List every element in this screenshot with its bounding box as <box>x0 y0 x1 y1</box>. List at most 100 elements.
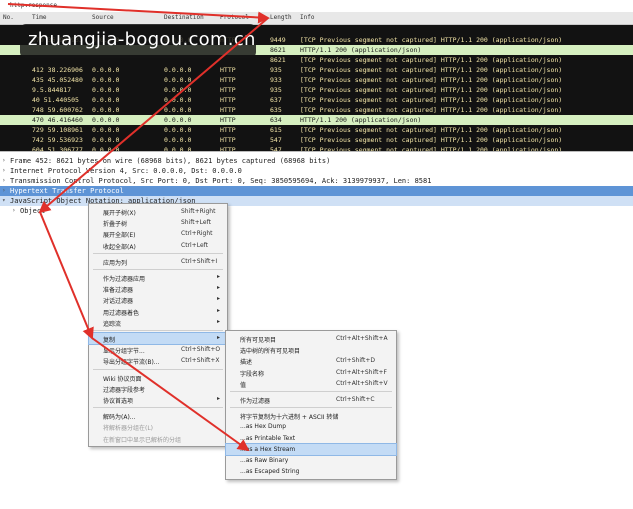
packet-row[interactable]: 729 59.108961 0.0.0.0 0.0.0.0 HTTP 615 [TCP P… <box>0 125 633 135</box>
menu-item[interactable]: 展开子树(X) Shift+Right <box>89 206 227 217</box>
packet-source: 0.0.0.0 <box>92 126 120 134</box>
column-destination[interactable]: Destination <box>164 14 204 21</box>
menu-item-label: 作为过滤器应用 <box>103 276 146 283</box>
watermark: zhuangjia-bogou.com.cn <box>20 24 256 58</box>
packet-source: 0.0.0.0 <box>92 86 120 94</box>
menu-separator <box>93 269 223 270</box>
menu-item[interactable]: 用过滤器着色 ▸ <box>89 306 227 317</box>
detail-tree-item[interactable]: › Hypertext Transfer Protocol <box>0 186 633 196</box>
column-time[interactable]: Time <box>32 14 46 21</box>
menu-item[interactable]: 应用为列 Ctrl+Shift+I <box>89 256 227 267</box>
menu-item[interactable]: 折叠子树 Shift+Left <box>89 217 227 228</box>
packet-info: HTTP/1.1 200 (application/json) <box>300 116 422 124</box>
detail-tree-item[interactable]: › Transmission Control Protocol, Src Port… <box>0 176 633 186</box>
menu-item[interactable]: ...as a Hex Stream <box>225 442 397 456</box>
packet-source: 0.0.0.0 <box>92 106 120 114</box>
menu-item[interactable]: 准备过滤器 ▸ <box>89 283 227 294</box>
watermark-text: zhuangjia-bogou.com.cn <box>28 29 256 50</box>
packet-info: [TCP Previous segment not captured] HTTP… <box>300 136 563 144</box>
menu-item-label: 用过滤器着色 <box>103 309 140 317</box>
menu-item[interactable]: 收起全部(A) Ctrl+Left <box>89 240 227 251</box>
menu-item[interactable]: 作为过滤器 Ctrl+Shift+C <box>226 394 396 405</box>
packet-time: 470 46.416460 <box>32 116 83 124</box>
menu-item[interactable]: ...as Raw Binary <box>226 455 396 466</box>
menu-item[interactable]: 显示分组字节... Ctrl+Shift+O <box>89 344 227 355</box>
packet-info: HTTP/1.1 200 (application/json) <box>300 46 422 54</box>
menu-item[interactable]: 选中树的所有可见项目 <box>226 344 396 355</box>
submenu-arrow-icon: ▸ <box>217 395 221 402</box>
menu-item[interactable]: Wiki 协议页面 <box>89 372 227 383</box>
display-filter-text[interactable]: http.response <box>10 2 57 9</box>
menu-item[interactable]: 将字节复制为十六进制 + ASCII 转储 <box>226 410 396 421</box>
packet-time: 412 38.226906 <box>32 66 83 74</box>
menu-item-label: 选中树的所有可见项目 <box>240 348 301 356</box>
menu-item-label: 值 <box>240 381 247 389</box>
packet-row[interactable]: 9.5.844817 0.0.0.0 0.0.0.0 HTTP 935 [TCP Prev… <box>0 85 633 95</box>
menu-item-shortcut: Ctrl+Left <box>181 241 208 249</box>
packet-length: 634 <box>270 116 282 124</box>
packet-time: 748 59.600762 <box>32 106 83 114</box>
packet-row[interactable]: 470 46.416460 0.0.0.0 0.0.0.0 HTTP 634 HTTP/1… <box>0 115 633 125</box>
expand-arrow-icon[interactable]: › <box>2 157 6 164</box>
menu-item-label: 过滤器字段参考 <box>103 386 146 394</box>
menu-item-label: 追踪流 <box>103 320 122 328</box>
detail-tree-item[interactable]: › Frame 452: 8621 bytes on wire (68968 bi… <box>0 156 633 166</box>
menu-item-label: ...as Escaped String <box>240 468 300 476</box>
packet-length: 935 <box>270 66 282 74</box>
packet-protocol: HTTP <box>220 106 236 114</box>
menu-item-label: 准备过滤器 <box>103 287 134 295</box>
column-protocol[interactable]: Protocol <box>220 14 249 21</box>
packet-row[interactable]: 435 45.052480 0.0.0.0 0.0.0.0 HTTP 933 [TCP P… <box>0 75 633 85</box>
packet-row[interactable]: 742 59.536923 0.0.0.0 0.0.0.0 HTTP 547 [TCP P… <box>0 135 633 145</box>
detail-tree-item[interactable]: › Internet Protocol Version 4, Src: 0.0.0… <box>0 166 633 176</box>
detail-tree-label: Frame 452: 8621 bytes on wire (68968 bit… <box>10 157 331 165</box>
menu-item-shortcut: Ctrl+Shift+O <box>181 346 221 354</box>
packet-length: 935 <box>270 86 282 94</box>
menu-item-label: 显示分组字节... <box>103 348 145 356</box>
expand-arrow-icon[interactable]: › <box>2 177 6 184</box>
menu-item[interactable]: 展开全部(E) Ctrl+Right <box>89 228 227 239</box>
packet-row[interactable]: 748 59.600762 0.0.0.0 0.0.0.0 HTTP 635 [TCP P… <box>0 105 633 115</box>
menu-item[interactable]: 过滤器字段参考 <box>89 383 227 394</box>
menu-item[interactable]: 协议首选项 ▸ <box>89 394 227 405</box>
menu-item[interactable]: 导出分组字节流(B)... Ctrl+Shift+X <box>89 355 227 366</box>
packet-destination: 0.0.0.0 <box>164 126 192 134</box>
menu-item-label: 对话过滤器 <box>103 298 134 306</box>
menu-item-shortcut: Ctrl+Alt+Shift+A <box>336 335 388 342</box>
menu-item[interactable]: 追踪流 ▸ <box>89 317 227 328</box>
context-menu: 展开子树(X) Shift+Right 折叠子树 Shift+Left 展开全部(E) C… <box>88 203 228 447</box>
menu-separator <box>93 407 223 409</box>
menu-item[interactable]: ...as Hex Dump <box>226 421 396 432</box>
expand-arrow-icon[interactable]: › <box>2 187 6 194</box>
column-no[interactable]: No. <box>3 14 14 21</box>
menu-item-shortcut: Ctrl+Alt+Shift+V <box>336 379 388 387</box>
menu-item[interactable]: 对话过滤器 ▸ <box>89 294 227 305</box>
menu-item[interactable]: 描述 Ctrl+Shift+D <box>226 355 396 366</box>
column-length[interactable]: Length <box>270 14 292 21</box>
packet-row[interactable]: 40 51.440505 0.0.0.0 0.0.0.0 HTTP 637 [TCP Pr… <box>0 95 633 105</box>
expand-arrow-icon[interactable]: ▾ <box>2 197 6 204</box>
menu-item[interactable]: 作为过滤器应用 ▸ <box>89 272 227 283</box>
menu-item[interactable]: ...as Escaped String <box>226 466 396 477</box>
packet-destination: 0.0.0.0 <box>164 116 192 124</box>
menu-item[interactable]: ...as Printable Text <box>226 433 396 444</box>
packet-source: 0.0.0.0 <box>92 66 120 74</box>
expand-arrow-icon[interactable]: › <box>12 207 16 214</box>
menu-item-shortcut: Ctrl+Shift+D <box>336 357 375 365</box>
column-info[interactable]: Info <box>300 14 314 21</box>
menu-item[interactable]: 复制 ▸ <box>88 332 228 345</box>
expand-arrow-icon[interactable]: › <box>2 167 6 174</box>
menu-item[interactable]: 值 Ctrl+Alt+Shift+V <box>226 378 396 389</box>
packet-time: 742 59.536923 <box>32 136 83 144</box>
copy-submenu: 所有可见项目 Ctrl+Alt+Shift+A 选中树的所有可见项目 描述 Ctrl+S… <box>225 330 397 481</box>
menu-item-label: ...as a Hex Stream <box>240 445 296 453</box>
menu-item[interactable]: 所有可见项目 Ctrl+Alt+Shift+A <box>226 333 396 344</box>
menu-item[interactable]: 字段名称 Ctrl+Alt+Shift+F <box>226 367 396 378</box>
packet-row[interactable]: 412 38.226906 0.0.0.0 0.0.0.0 HTTP 935 [TCP P… <box>0 65 633 75</box>
menu-item-label: 复制 <box>103 337 116 344</box>
menu-item-shortcut: Ctrl+Shift+I <box>181 257 218 265</box>
menu-item[interactable]: 解码为(A)... <box>89 410 227 421</box>
column-source[interactable]: Source <box>92 14 114 21</box>
menu-item-shortcut: Ctrl+Shift+X <box>181 357 220 365</box>
detail-tree-label: Object <box>20 207 46 215</box>
